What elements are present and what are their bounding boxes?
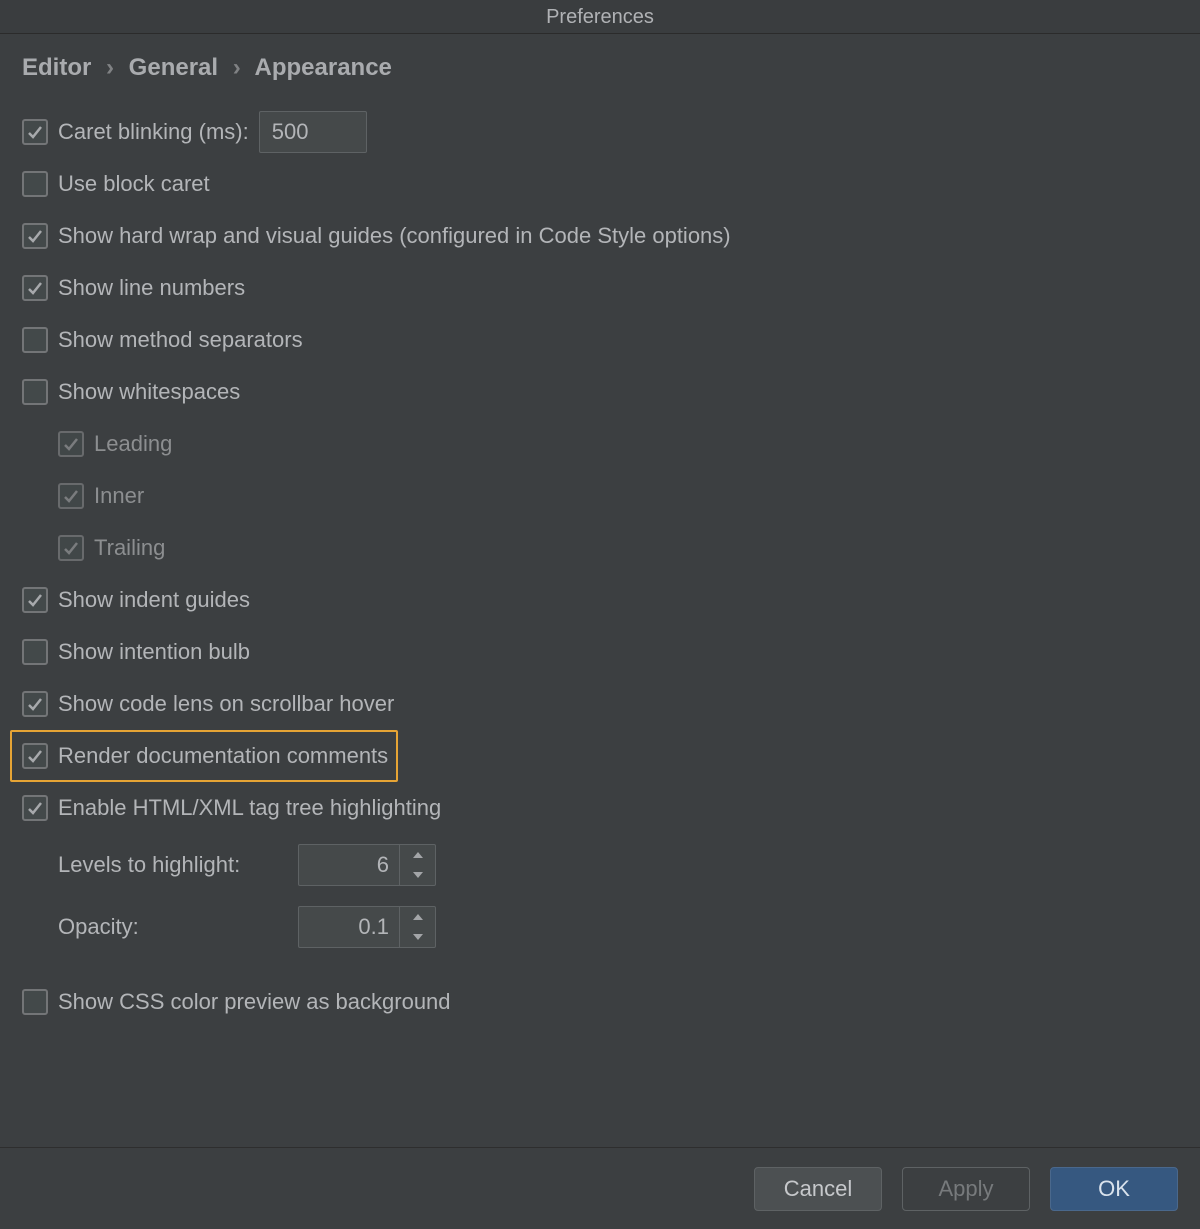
show-hard-wrap-label: Show hard wrap and visual guides (config… bbox=[58, 223, 731, 249]
whitespace-trailing-label: Trailing bbox=[94, 535, 165, 561]
use-block-caret-label: Use block caret bbox=[58, 171, 210, 197]
show-indent-guides-label: Show indent guides bbox=[58, 587, 250, 613]
whitespace-inner-label: Inner bbox=[94, 483, 144, 509]
opacity-row: Opacity: bbox=[22, 896, 1178, 958]
show-css-color-preview-checkbox[interactable] bbox=[22, 989, 48, 1015]
breadcrumb: Editor › General › Appearance bbox=[0, 34, 1200, 90]
chevron-right-icon: › bbox=[106, 54, 114, 81]
show-code-lens-checkbox[interactable] bbox=[22, 691, 48, 717]
show-hard-wrap-row: Show hard wrap and visual guides (config… bbox=[22, 210, 1178, 262]
show-css-color-preview-label: Show CSS color preview as background bbox=[58, 989, 451, 1015]
render-doc-comments-label: Render documentation comments bbox=[58, 743, 388, 769]
whitespace-leading-label: Leading bbox=[94, 431, 172, 457]
show-whitespaces-row: Show whitespaces bbox=[22, 366, 1178, 418]
levels-to-highlight-label: Levels to highlight: bbox=[58, 852, 286, 878]
breadcrumb-editor[interactable]: Editor bbox=[22, 54, 91, 81]
whitespace-inner-row: Inner bbox=[22, 470, 1178, 522]
show-indent-guides-row: Show indent guides bbox=[22, 574, 1178, 626]
show-code-lens-row: Show code lens on scrollbar hover bbox=[22, 678, 1178, 730]
show-whitespaces-label: Show whitespaces bbox=[58, 379, 240, 405]
breadcrumb-appearance[interactable]: Appearance bbox=[255, 54, 392, 81]
window-title: Preferences bbox=[0, 0, 1200, 34]
show-intention-bulb-label: Show intention bulb bbox=[58, 639, 250, 665]
show-method-separators-label: Show method separators bbox=[58, 327, 303, 353]
opacity-spinner[interactable] bbox=[298, 906, 436, 948]
render-doc-comments-row: Render documentation comments bbox=[10, 730, 398, 782]
show-intention-bulb-checkbox[interactable] bbox=[22, 639, 48, 665]
opacity-label: Opacity: bbox=[58, 914, 286, 940]
whitespace-trailing-row: Trailing bbox=[22, 522, 1178, 574]
whitespace-inner-checkbox[interactable] bbox=[58, 483, 84, 509]
whitespace-trailing-checkbox[interactable] bbox=[58, 535, 84, 561]
show-line-numbers-label: Show line numbers bbox=[58, 275, 245, 301]
chevron-right-icon: › bbox=[233, 54, 241, 81]
show-line-numbers-row: Show line numbers bbox=[22, 262, 1178, 314]
spinner-up-icon[interactable] bbox=[400, 845, 435, 865]
whitespace-leading-row: Leading bbox=[22, 418, 1178, 470]
opacity-input[interactable] bbox=[299, 907, 399, 947]
show-whitespaces-checkbox[interactable] bbox=[22, 379, 48, 405]
use-block-caret-checkbox[interactable] bbox=[22, 171, 48, 197]
levels-to-highlight-row: Levels to highlight: bbox=[22, 834, 1178, 896]
levels-to-highlight-spinner[interactable] bbox=[298, 844, 436, 886]
spinner-down-icon[interactable] bbox=[400, 865, 435, 885]
show-hard-wrap-checkbox[interactable] bbox=[22, 223, 48, 249]
preferences-content: Caret blinking (ms): Use block caret Sho… bbox=[0, 90, 1200, 1028]
show-intention-bulb-row: Show intention bulb bbox=[22, 626, 1178, 678]
cancel-button[interactable]: Cancel bbox=[754, 1167, 882, 1211]
show-indent-guides-checkbox[interactable] bbox=[22, 587, 48, 613]
spinner-up-icon[interactable] bbox=[400, 907, 435, 927]
apply-button[interactable]: Apply bbox=[902, 1167, 1030, 1211]
levels-to-highlight-input[interactable] bbox=[299, 845, 399, 885]
show-line-numbers-checkbox[interactable] bbox=[22, 275, 48, 301]
show-code-lens-label: Show code lens on scrollbar hover bbox=[58, 691, 394, 717]
spinner-down-icon[interactable] bbox=[400, 927, 435, 947]
caret-blinking-row: Caret blinking (ms): bbox=[22, 106, 1178, 158]
show-css-color-preview-row: Show CSS color preview as background bbox=[22, 976, 1178, 1028]
caret-blinking-checkbox[interactable] bbox=[22, 119, 48, 145]
breadcrumb-general[interactable]: General bbox=[129, 54, 218, 81]
enable-html-xml-tree-row: Enable HTML/XML tag tree highlighting bbox=[22, 782, 1178, 834]
caret-blinking-label: Caret blinking (ms): bbox=[58, 119, 249, 145]
dialog-footer: Cancel Apply OK bbox=[0, 1147, 1200, 1229]
ok-button[interactable]: OK bbox=[1050, 1167, 1178, 1211]
caret-blinking-input[interactable] bbox=[259, 111, 367, 153]
enable-html-xml-tree-checkbox[interactable] bbox=[22, 795, 48, 821]
show-method-separators-checkbox[interactable] bbox=[22, 327, 48, 353]
whitespace-leading-checkbox[interactable] bbox=[58, 431, 84, 457]
render-doc-comments-checkbox[interactable] bbox=[22, 743, 48, 769]
enable-html-xml-tree-label: Enable HTML/XML tag tree highlighting bbox=[58, 795, 441, 821]
use-block-caret-row: Use block caret bbox=[22, 158, 1178, 210]
show-method-separators-row: Show method separators bbox=[22, 314, 1178, 366]
